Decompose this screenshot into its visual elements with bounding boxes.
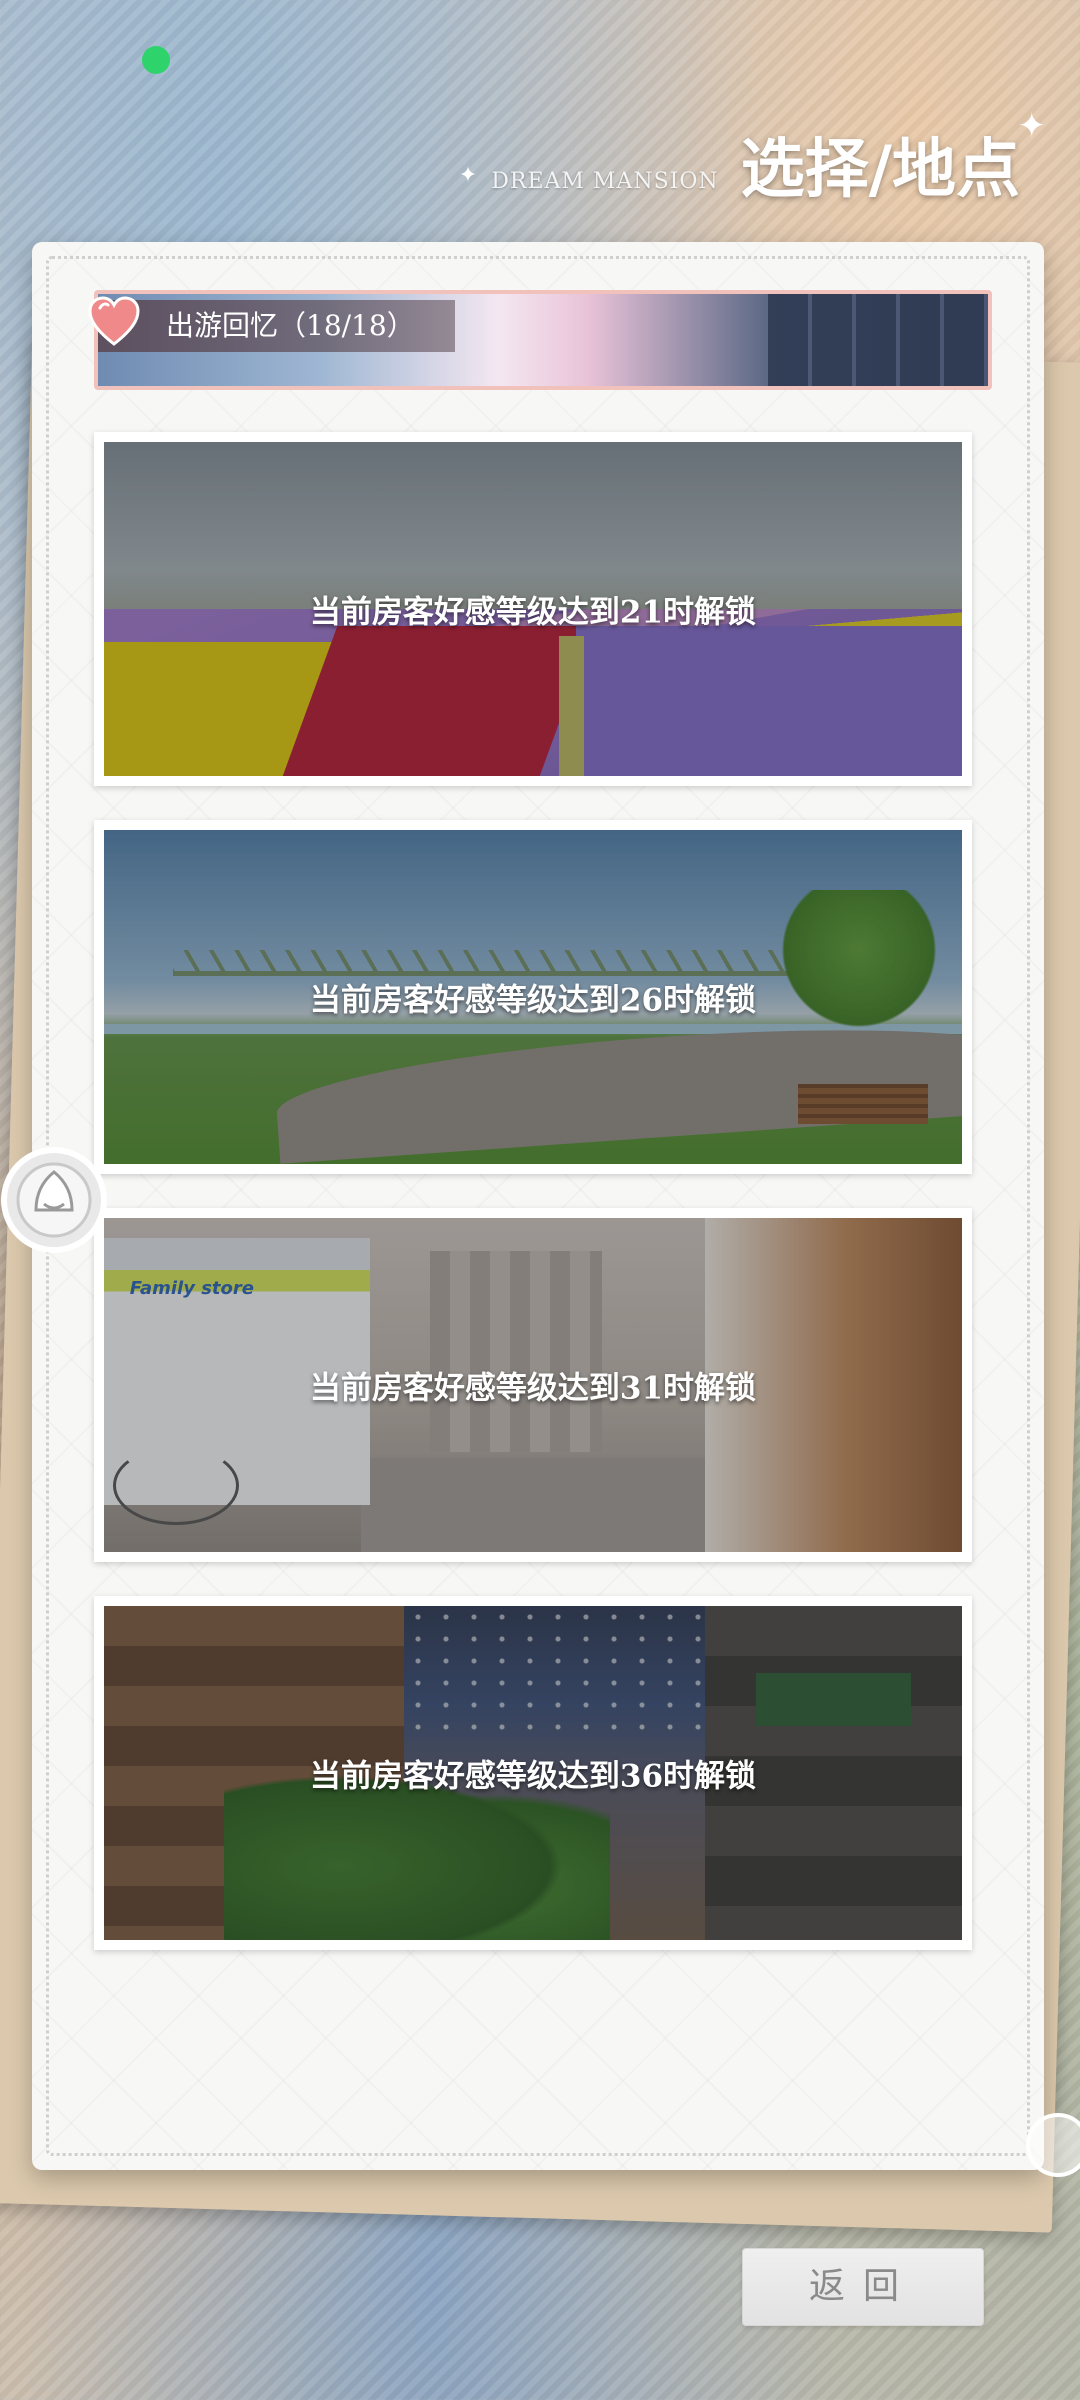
category-label: 出游回忆（18/18） <box>98 300 455 352</box>
category-banner[interactable]: 出游回忆（18/18） <box>94 290 992 390</box>
scene-image: Family store 当前房客好感等级达到31时解锁 <box>104 1218 962 1552</box>
sparkle-icon: ✦ <box>1017 106 1047 146</box>
unlock-requirement: 当前房客好感等级达到36时解锁 <box>309 1758 757 1795</box>
unlock-requirement: 当前房客好感等级达到21时解锁 <box>309 594 757 631</box>
unlock-requirement: 当前房客好感等级达到26时解锁 <box>309 982 757 1019</box>
scene-card-shopping-street[interactable]: Family store 当前房客好感等级达到31时解锁 <box>94 1208 972 1562</box>
page-subtitle: DREAM MANSION <box>491 169 719 194</box>
status-indicator <box>142 46 170 74</box>
sparkle-icon: ✦ <box>458 163 478 188</box>
scene-image: 当前房客好感等级达到26时解锁 <box>104 830 962 1164</box>
scene-image: 当前房客好感等级达到21时解锁 <box>104 442 962 776</box>
back-button[interactable]: 返回 <box>742 2248 984 2326</box>
scene-image: 当前房客好感等级达到36时解锁 <box>104 1606 962 1940</box>
scene-card-covered-arcade[interactable]: 当前房客好感等级达到36时解锁 <box>94 1596 972 1950</box>
banner-image <box>768 294 988 386</box>
location-panel: 出游回忆（18/18） 当前房客好感等级达到21时解锁 当前房客好感等级达到26… <box>32 242 1044 2326</box>
scene-card-flower-field[interactable]: 当前房客好感等级达到21时解锁 <box>94 432 972 786</box>
scene-card-riverside-park[interactable]: 当前房客好感等级达到26时解锁 <box>94 820 972 1174</box>
page-header: ✦ DREAM MANSION 选择/地点 ✦ <box>458 106 1046 210</box>
unlock-requirement: 当前房客好感等级达到31时解锁 <box>309 1370 757 1407</box>
mascot-handle-icon[interactable] <box>0 1146 108 1254</box>
bubble-icon <box>1026 2113 1080 2177</box>
heart-icon <box>88 296 140 346</box>
page-title: 选择/地点 <box>740 132 1020 207</box>
